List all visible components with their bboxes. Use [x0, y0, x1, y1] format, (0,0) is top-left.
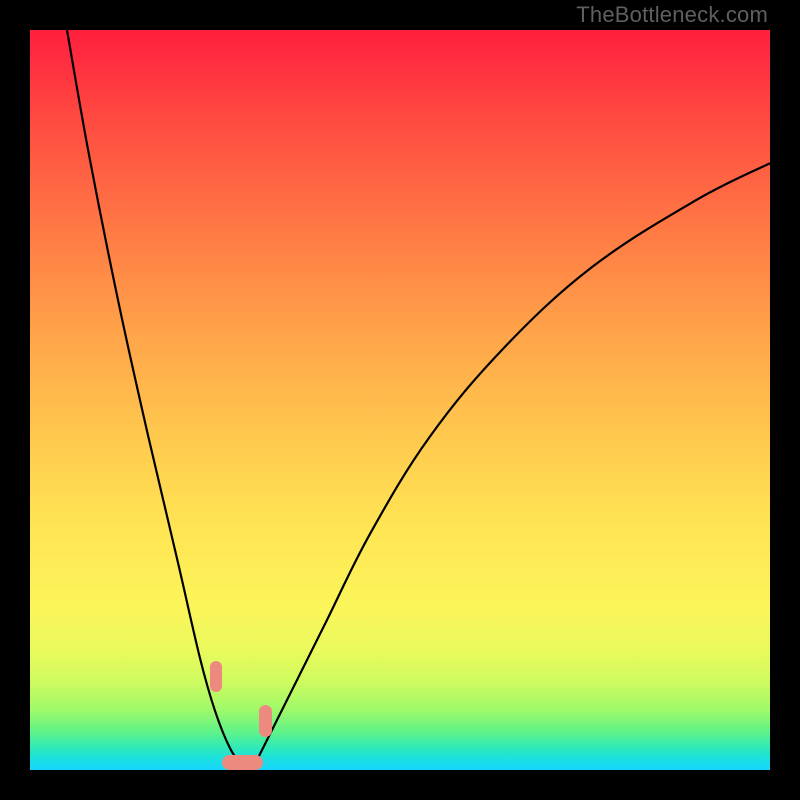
- curve-marker-right: [259, 705, 272, 737]
- watermark-text: TheBottleneck.com: [576, 2, 768, 28]
- curve-marker-bottom: [222, 755, 263, 770]
- plot-area: [30, 30, 770, 770]
- chart-frame: TheBottleneck.com: [0, 0, 800, 800]
- curve-marker-left: [210, 661, 223, 693]
- curve-layer: [30, 30, 770, 770]
- left-curve: [67, 30, 252, 770]
- right-curve: [252, 163, 770, 770]
